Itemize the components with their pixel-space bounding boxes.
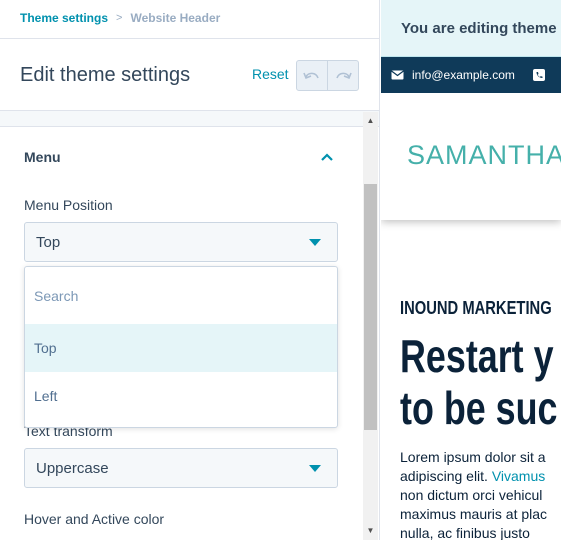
scrollbar[interactable]: ▲ ▼ [363, 112, 378, 540]
undo-icon [303, 72, 319, 79]
body-line: adipiscing elit. Vivamus [400, 467, 561, 486]
redo-button[interactable] [327, 61, 358, 90]
breadcrumb-theme-settings-link[interactable]: Theme settings [20, 11, 108, 25]
hero-headline-line: to be suc [400, 382, 558, 434]
menu-position-value: Top [36, 233, 61, 251]
hover-active-color-label: Hover and Active color [24, 511, 165, 527]
hero-headline: Restart y to be suc [400, 330, 558, 434]
divider [0, 38, 379, 39]
panel-title: Edit theme settings [20, 64, 191, 86]
text-transform-select[interactable]: Uppercase [24, 448, 338, 488]
menu-position-label: Menu Position [24, 197, 113, 213]
body-line: Lorem ipsum dolor sit a [400, 449, 546, 465]
text-transform-value: Uppercase [36, 459, 109, 477]
dropdown-option-top[interactable]: Top [25, 324, 337, 372]
chevron-right-icon: > [116, 12, 123, 24]
hero-body-text: Lorem ipsum dolor sit a adipiscing elit.… [400, 448, 561, 540]
breadcrumb: Theme settings > Website Header [20, 10, 220, 26]
undo-redo-group [296, 60, 359, 91]
menu-position-select[interactable]: Top [24, 222, 338, 262]
redo-icon [336, 72, 352, 79]
theme-settings-panel: Theme settings > Website Header Edit the… [0, 0, 380, 540]
body-link[interactable]: Vivamus [492, 468, 545, 484]
editing-banner: You are editing theme settings [381, 0, 561, 57]
caret-down-icon [309, 465, 321, 472]
hero-kicker: INOUND MARKETING [400, 298, 552, 318]
body-line: nulla, ac finibus justo [400, 525, 530, 540]
body-line: maximus mauris at plac [400, 506, 548, 522]
undo-button[interactable] [297, 61, 327, 90]
contact-email-link[interactable]: info@example.com [412, 68, 515, 82]
phone-icon [532, 69, 545, 81]
dropdown-option-left[interactable]: Left [25, 372, 337, 420]
contact-bar: info@example.com [381, 57, 561, 93]
site-logo[interactable]: SAMANTHA [407, 140, 561, 171]
menu-position-dropdown: Top Left [24, 266, 338, 428]
preview-site-header: You are editing theme settings info@exam… [381, 0, 561, 220]
scrollbar-thumb[interactable] [364, 184, 377, 430]
envelope-icon [391, 70, 404, 80]
hero-headline-line: Restart y [400, 330, 554, 382]
dropdown-search-input[interactable] [25, 267, 337, 325]
body-text-segment: adipiscing elit. [400, 468, 488, 484]
caret-down-icon [309, 239, 321, 246]
panel-top-strip [0, 111, 379, 127]
scroll-down-arrow-icon[interactable]: ▼ [363, 526, 378, 536]
reset-button[interactable]: Reset [252, 66, 289, 82]
website-preview: You are editing theme settings info@exam… [381, 0, 561, 540]
breadcrumb-current: Website Header [130, 11, 221, 25]
menu-section-title[interactable]: Menu [24, 149, 61, 165]
body-line: non dictum orci vehicul [400, 487, 543, 503]
chevron-up-icon[interactable] [318, 150, 336, 164]
scroll-up-arrow-icon[interactable]: ▲ [363, 116, 378, 126]
